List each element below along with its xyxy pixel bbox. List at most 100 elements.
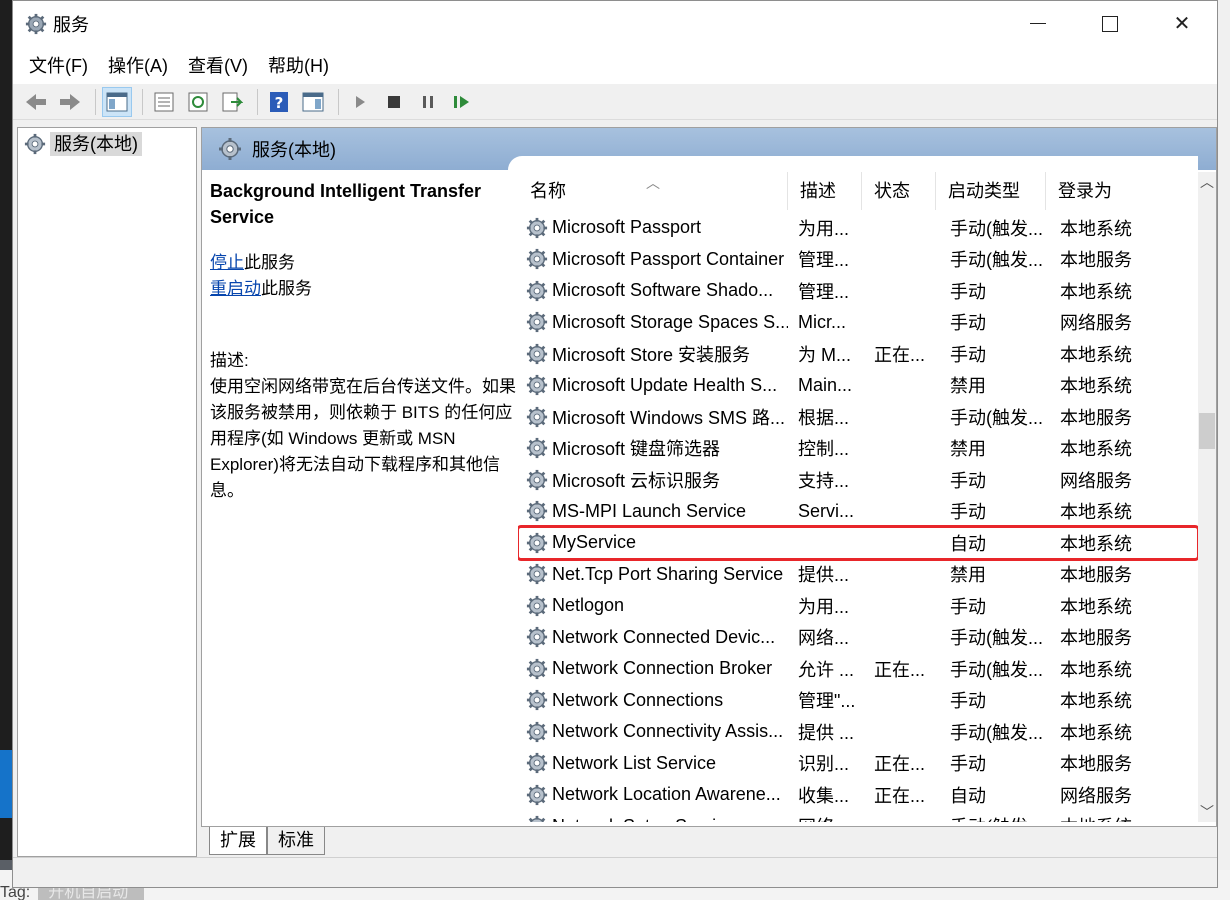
service-description: 控制... <box>798 439 850 460</box>
service-name-cell: Net.Tcp Port Sharing Service <box>518 563 788 585</box>
service-name: Network Connected Devic... <box>552 626 776 647</box>
service-row[interactable]: Microsoft Passport Container 管理... 手动(触发..… <box>518 244 1198 276</box>
start-service-button[interactable] <box>345 87 375 117</box>
service-description: 提供... <box>798 565 850 586</box>
service-gear-icon <box>526 217 548 238</box>
service-row[interactable]: Network Connectivity Assis... 提供 ... 手动(触发… <box>518 716 1198 748</box>
service-startup-type: 手动 <box>950 344 986 365</box>
gear-icon <box>25 13 47 34</box>
service-row[interactable]: Network Connection Broker 允许 ... 正在... 手动(触… <box>518 653 1198 685</box>
properties-button[interactable] <box>149 87 179 117</box>
scrollbar-thumb[interactable] <box>1199 413 1215 449</box>
svg-text:?: ? <box>275 94 284 112</box>
service-row[interactable]: Network Setup Service 网络... 手动(触发...本地系统 <box>518 811 1198 822</box>
service-row[interactable]: Microsoft Update Health S... Main... 禁用 本地系… <box>518 370 1198 402</box>
scroll-down-icon[interactable]: ﹀ <box>1198 802 1216 822</box>
service-description: 为 M... <box>798 344 851 365</box>
forward-button[interactable] <box>55 87 85 117</box>
service-startup-type: 手动(触发... <box>950 628 1043 649</box>
stop-service-button[interactable] <box>379 87 409 117</box>
back-button[interactable] <box>21 87 51 117</box>
service-log-on-as: 网络服务 <box>1060 313 1132 334</box>
services-list: ︿ 名称 描述 状态 启动类型 登录为 Microsoft Passport 为用.… <box>518 172 1198 822</box>
restart-service-link[interactable]: 重启动 <box>210 279 261 298</box>
restart-service-suffix: 此服务 <box>261 279 312 298</box>
menu-view[interactable]: 查看(V) <box>186 52 260 78</box>
maximize-button[interactable] <box>1075 1 1145 46</box>
service-gear-icon <box>528 816 546 822</box>
properties-icon <box>154 92 174 111</box>
tree-node-services-local[interactable]: 服务(本地) <box>24 132 142 156</box>
column-header-startup-type[interactable]: 启动类型 <box>936 172 1046 210</box>
service-row[interactable]: Net.Tcp Port Sharing Service 提供... 禁用 本地服务 <box>518 559 1198 591</box>
service-row[interactable]: Microsoft 云标识服务 支持... 手动 网络服务 <box>518 464 1198 496</box>
refresh-button[interactable] <box>183 87 213 117</box>
service-row[interactable]: Microsoft 键盘筛选器 控制... 禁用 本地系统 <box>518 433 1198 465</box>
service-gear-icon <box>526 627 548 648</box>
stop-service-suffix: 此服务 <box>244 253 295 272</box>
service-gear-icon <box>526 469 548 490</box>
service-row[interactable]: Network Location Awarene... 收集... 正在... 自动 网… <box>518 779 1198 811</box>
restart-service-button[interactable] <box>447 87 477 117</box>
action-pane-icon <box>302 92 324 111</box>
menu-bar: 文件(F) 操作(A) 查看(V) 帮助(H) <box>13 46 1217 84</box>
toolbar-separator <box>338 88 339 115</box>
export-list-button[interactable] <box>217 87 247 117</box>
toolbar: ? <box>13 84 1217 120</box>
service-startup-type: 禁用 <box>950 565 986 586</box>
service-name: Microsoft 键盘筛选器 <box>552 439 721 460</box>
service-gear-icon <box>526 784 548 805</box>
service-description: 管理... <box>798 250 850 271</box>
menu-action[interactable]: 操作(A) <box>106 52 180 78</box>
close-button[interactable]: ✕ <box>1147 1 1217 46</box>
header-curve <box>508 156 1198 170</box>
menu-help[interactable]: 帮助(H) <box>266 52 341 78</box>
service-name-cell: Network Location Awarene... <box>518 784 788 806</box>
service-name: Net.Tcp Port Sharing Service <box>552 563 784 584</box>
column-header-log-on-as[interactable]: 登录为 <box>1046 172 1138 210</box>
service-row[interactable]: MS-MPI Launch Service Servi... 手动 本地系统 <box>518 496 1198 528</box>
arrow-right-icon <box>60 93 80 110</box>
console-tree: 服务(本地) <box>17 127 197 857</box>
show-hide-console-tree-button[interactable] <box>102 86 132 117</box>
tab-standard[interactable]: 标准 <box>267 827 325 855</box>
column-header-description[interactable]: 描述 <box>788 172 862 210</box>
service-log-on-as: 本地系统 <box>1060 596 1132 617</box>
service-name-cell: Network Connection Broker <box>518 658 788 680</box>
service-log-on-as: 本地系统 <box>1060 659 1132 680</box>
service-name: Network Connectivity Assis... <box>552 721 784 742</box>
service-row[interactable]: Microsoft Store 安装服务 为 M... 正在... 手动 本地系统 <box>518 338 1198 370</box>
help-button[interactable]: ? <box>264 87 294 117</box>
column-header-status[interactable]: 状态 <box>862 172 936 210</box>
service-status: 正在... <box>874 785 926 806</box>
service-name: Microsoft 云标识服务 <box>552 470 721 491</box>
service-row[interactable]: Network Connected Devic... 网络... 手动(触发... 本… <box>518 622 1198 654</box>
scroll-up-icon[interactable]: ︿ <box>1198 172 1216 192</box>
service-row[interactable]: Netlogon 为用... 手动 本地系统 <box>518 590 1198 622</box>
service-description: 为用... <box>798 218 850 239</box>
tab-extended[interactable]: 扩展 <box>209 827 267 855</box>
vertical-scrollbar[interactable]: ︿ ﹀ <box>1198 172 1216 822</box>
service-log-on-as: 本地系统 <box>1060 281 1132 302</box>
service-row[interactable]: Microsoft Passport 为用... 手动(触发... 本地系统 <box>518 212 1198 244</box>
status-bar <box>13 857 1217 887</box>
service-actions: 停止此服务 重启动此服务 <box>210 250 518 302</box>
service-log-on-as: 本地服务 <box>1060 628 1132 649</box>
service-row[interactable]: MyService 自动 本地系统 <box>518 525 1198 561</box>
column-header-name[interactable]: ︿ 名称 <box>518 172 788 210</box>
action-pane-button[interactable] <box>298 87 328 117</box>
service-row[interactable]: Microsoft Windows SMS 路... 根据... 手动(触发... 本… <box>518 401 1198 433</box>
title-bar[interactable]: 服务 ✕ <box>13 1 1217 46</box>
stop-service-link[interactable]: 停止 <box>210 253 244 272</box>
refresh-icon <box>188 92 208 111</box>
service-name-cell: MyService <box>518 532 788 554</box>
minimize-button[interactable] <box>1003 1 1073 46</box>
pause-service-button[interactable] <box>413 87 443 117</box>
service-description: 识别... <box>798 754 850 775</box>
menu-file[interactable]: 文件(F) <box>27 52 100 78</box>
service-row[interactable]: Microsoft Storage Spaces S... Micr... 手动 网络… <box>518 307 1198 339</box>
service-row[interactable]: Network Connections 管理"... 手动 本地系统 <box>518 685 1198 717</box>
service-name: Microsoft Passport <box>552 217 702 238</box>
service-row[interactable]: Microsoft Software Shado... 管理... 手动 本地系统 <box>518 275 1198 307</box>
service-row[interactable]: Network List Service 识别... 正在... 手动 本地服务 <box>518 748 1198 780</box>
